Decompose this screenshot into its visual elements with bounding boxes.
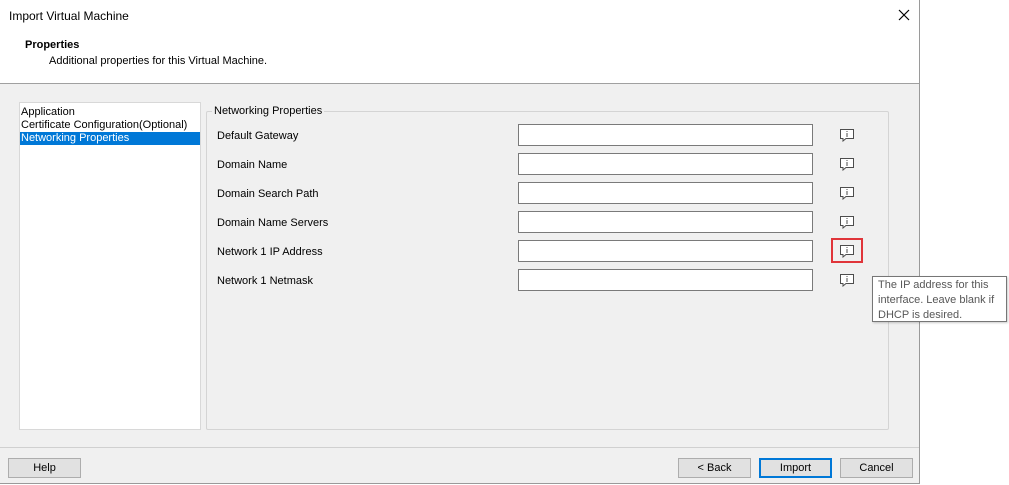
- nav-item-application[interactable]: Application: [20, 106, 200, 119]
- default-gateway-label: Default Gateway: [217, 130, 299, 142]
- domain-name-servers-label: Domain Name Servers: [217, 217, 329, 229]
- page-title: Properties: [25, 39, 80, 51]
- close-button[interactable]: [889, 0, 919, 30]
- close-icon: [898, 9, 910, 21]
- network-1-netmask-info-icon[interactable]: [839, 273, 855, 287]
- tooltip-line: interface. Leave blank if: [878, 294, 995, 306]
- ip-address-tooltip: The IP address for this interface. Leave…: [872, 276, 1007, 322]
- network-1-ip-address-input[interactable]: [518, 240, 813, 262]
- help-button[interactable]: Help: [8, 458, 81, 478]
- info-comment-icon: [840, 129, 854, 142]
- import-vm-dialog: Import Virtual Machine Properties Additi…: [0, 0, 920, 484]
- footer-divider: [0, 447, 919, 448]
- highlight-box: [831, 238, 863, 263]
- domain-search-path-label: Domain Search Path: [217, 188, 319, 200]
- default-gateway-info-icon[interactable]: [839, 128, 855, 142]
- domain-name-input[interactable]: [518, 153, 813, 175]
- cancel-button[interactable]: Cancel: [840, 458, 913, 478]
- tooltip-line: DHCP is desired.: [878, 309, 963, 321]
- domain-name-servers-info-icon[interactable]: [839, 215, 855, 229]
- nav-item-networking-properties[interactable]: Networking Properties: [20, 132, 200, 145]
- window-title: Import Virtual Machine: [9, 9, 129, 23]
- domain-name-label: Domain Name: [217, 159, 288, 171]
- page-header: Properties Additional properties for thi…: [0, 30, 919, 84]
- network-1-ip-address-label: Network 1 IP Address: [217, 246, 323, 258]
- default-gateway-input[interactable]: [518, 124, 813, 146]
- group-legend: Networking Properties: [212, 105, 325, 117]
- info-comment-icon: [840, 187, 854, 200]
- info-comment-icon: [840, 158, 854, 171]
- back-button[interactable]: < Back: [678, 458, 751, 478]
- title-bar: Import Virtual Machine: [0, 0, 919, 30]
- domain-name-info-icon[interactable]: [839, 157, 855, 171]
- info-comment-icon: [840, 274, 854, 287]
- page-subtitle: Additional properties for this Virtual M…: [49, 55, 268, 67]
- tooltip-line: The IP address for this: [878, 279, 989, 291]
- domain-search-path-info-icon[interactable]: [839, 186, 855, 200]
- info-comment-icon: [840, 216, 854, 229]
- nav-item-certificate-configuration[interactable]: Certificate Configuration(Optional): [20, 119, 200, 132]
- import-button[interactable]: Import: [759, 458, 832, 478]
- network-1-netmask-input[interactable]: [518, 269, 813, 291]
- domain-search-path-input[interactable]: [518, 182, 813, 204]
- properties-nav-list: Application Certificate Configuration(Op…: [19, 102, 201, 430]
- network-1-netmask-label: Network 1 Netmask: [217, 275, 313, 287]
- domain-name-servers-input[interactable]: [518, 211, 813, 233]
